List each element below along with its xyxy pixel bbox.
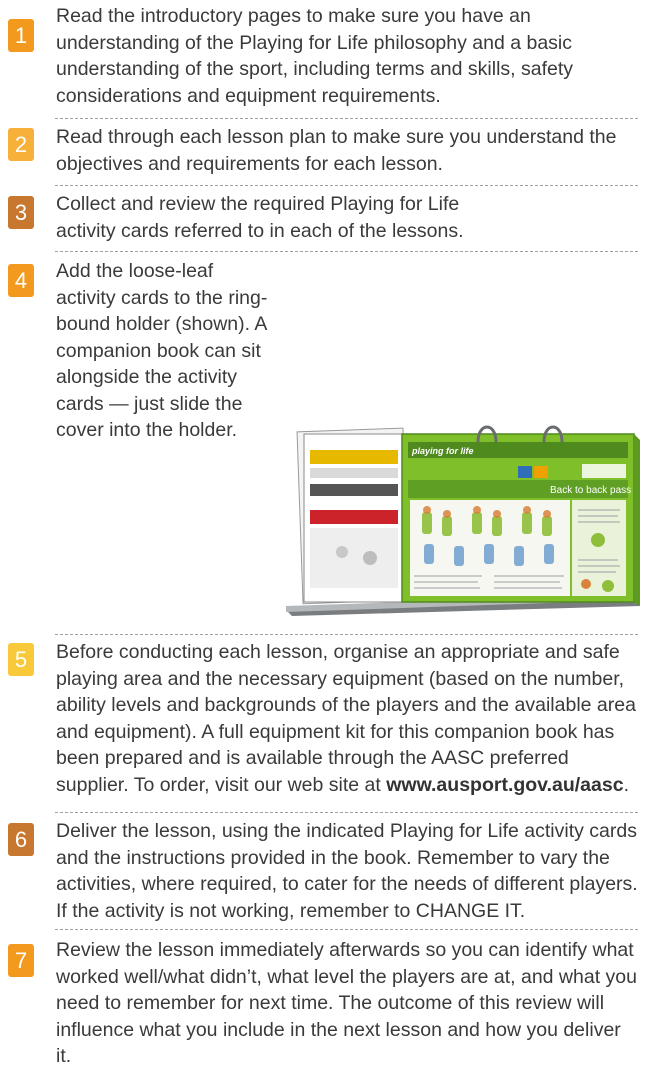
step-text: Read the introductory pages to make sure… xyxy=(56,5,574,107)
step-text: Review the lesson immediately afterwards… xyxy=(56,939,637,1067)
step-text: Add the loose-leaf activity cards to the… xyxy=(56,260,268,441)
lesson-steps-page: 1 Read the introductory pages to make su… xyxy=(0,0,646,1067)
step-number-badge: 4 xyxy=(8,264,34,297)
divider xyxy=(55,185,638,186)
step-number-badge: 7 xyxy=(8,944,34,977)
step-text: Deliver the lesson, using the indicated … xyxy=(56,820,638,922)
aasc-website-link[interactable]: www.ausport.gov.au/aasc xyxy=(386,774,623,796)
step-text: Collect and review the required Playing … xyxy=(56,193,464,242)
step-number-badge: 1 xyxy=(8,19,34,52)
card-title: Back to back pass xyxy=(550,485,631,496)
step-number-badge: 2 xyxy=(8,128,34,161)
divider xyxy=(55,929,638,930)
step-text: Before conducting each lesson, organise … xyxy=(56,639,638,798)
divider xyxy=(55,812,638,813)
step-number-badge: 3 xyxy=(8,196,34,229)
link-suffix: . xyxy=(623,773,629,796)
logo-text: playing for life xyxy=(411,446,474,456)
divider xyxy=(55,251,638,252)
step-body-text: Before conducting each lesson, organise … xyxy=(56,641,636,796)
step-text: Read through each lesson plan to make su… xyxy=(56,126,617,175)
activity-card-holder-illustration: playing for life Back to back pass xyxy=(286,425,640,616)
divider xyxy=(55,634,638,635)
step-number-badge: 5 xyxy=(8,643,34,676)
step-number-badge: 6 xyxy=(8,823,34,856)
divider xyxy=(55,118,638,119)
